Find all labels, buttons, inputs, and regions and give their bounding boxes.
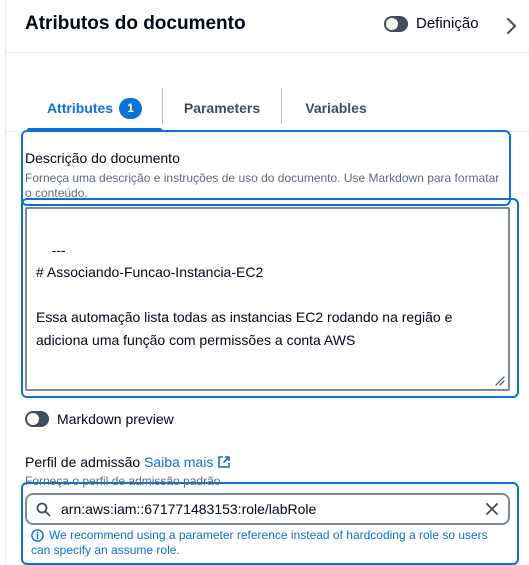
- markdown-preview-toggle[interactable]: Markdown preview: [25, 411, 174, 427]
- document-attributes-panel: Atributos do documento Definição Attribu…: [5, 0, 529, 565]
- description-hint-line2: o conteúdo.: [25, 186, 88, 200]
- definition-toggle[interactable]: Definição: [384, 15, 479, 32]
- role-warning-line2: can specify an assume role.: [31, 543, 180, 557]
- focus-ring: [21, 130, 511, 206]
- tab-variables-label: Variables: [305, 100, 367, 116]
- description-hint-line1: Forneça uma descrição e instruções de us…: [25, 171, 500, 185]
- tab-variables[interactable]: Variables: [282, 84, 390, 132]
- learn-more-link[interactable]: Saiba mais: [144, 454, 231, 470]
- info-icon: [31, 529, 44, 542]
- role-warning: We recommend using a parameter reference…: [31, 528, 501, 558]
- learn-more-link-text: Saiba mais: [144, 454, 214, 470]
- toggle-switch[interactable]: [384, 15, 408, 32]
- tabs-underline: [6, 131, 529, 132]
- tab-attributes-count-badge: 1: [119, 97, 143, 119]
- panel-header: Atributos do documento Definição: [6, 0, 529, 53]
- role-arn-value: arn:aws:iam::671771483153:role/labRole: [61, 501, 317, 517]
- definition-toggle-label: Definição: [416, 15, 479, 32]
- tab-attributes[interactable]: Attributes 1: [27, 84, 162, 132]
- clear-icon[interactable]: [484, 501, 500, 517]
- role-label: Perfil de admissão: [25, 454, 141, 470]
- tab-attributes-label: Attributes: [46, 100, 114, 116]
- description-textarea[interactable]: --- # Associando-Funcao-Instancia-EC2 Es…: [25, 207, 510, 391]
- role-arn-input[interactable]: arn:aws:iam::671771483153:role/labRole: [25, 493, 510, 525]
- tab-list: Attributes 1 Parameters Variables: [6, 84, 529, 132]
- description-label: Descrição do documento: [25, 150, 180, 166]
- description-text: --- # Associando-Funcao-Instancia-EC2 Es…: [36, 241, 453, 348]
- tab-parameters-label: Parameters: [183, 100, 261, 116]
- markdown-preview-label: Markdown preview: [57, 411, 174, 427]
- role-hint: Forneça o perfil de admissão padrão: [25, 474, 221, 488]
- search-icon: [36, 502, 51, 517]
- panel-title: Atributos do documento: [25, 13, 246, 34]
- role-warning-line1: We recommend using a parameter reference…: [49, 528, 488, 542]
- external-link-icon: [218, 456, 231, 468]
- resize-handle-icon[interactable]: [495, 376, 505, 386]
- role-label-row: Perfil de admissão Saiba mais: [25, 454, 231, 470]
- toggle-switch[interactable]: [25, 411, 49, 427]
- chevron-right-icon[interactable]: [503, 14, 521, 38]
- tab-parameters[interactable]: Parameters: [163, 84, 281, 132]
